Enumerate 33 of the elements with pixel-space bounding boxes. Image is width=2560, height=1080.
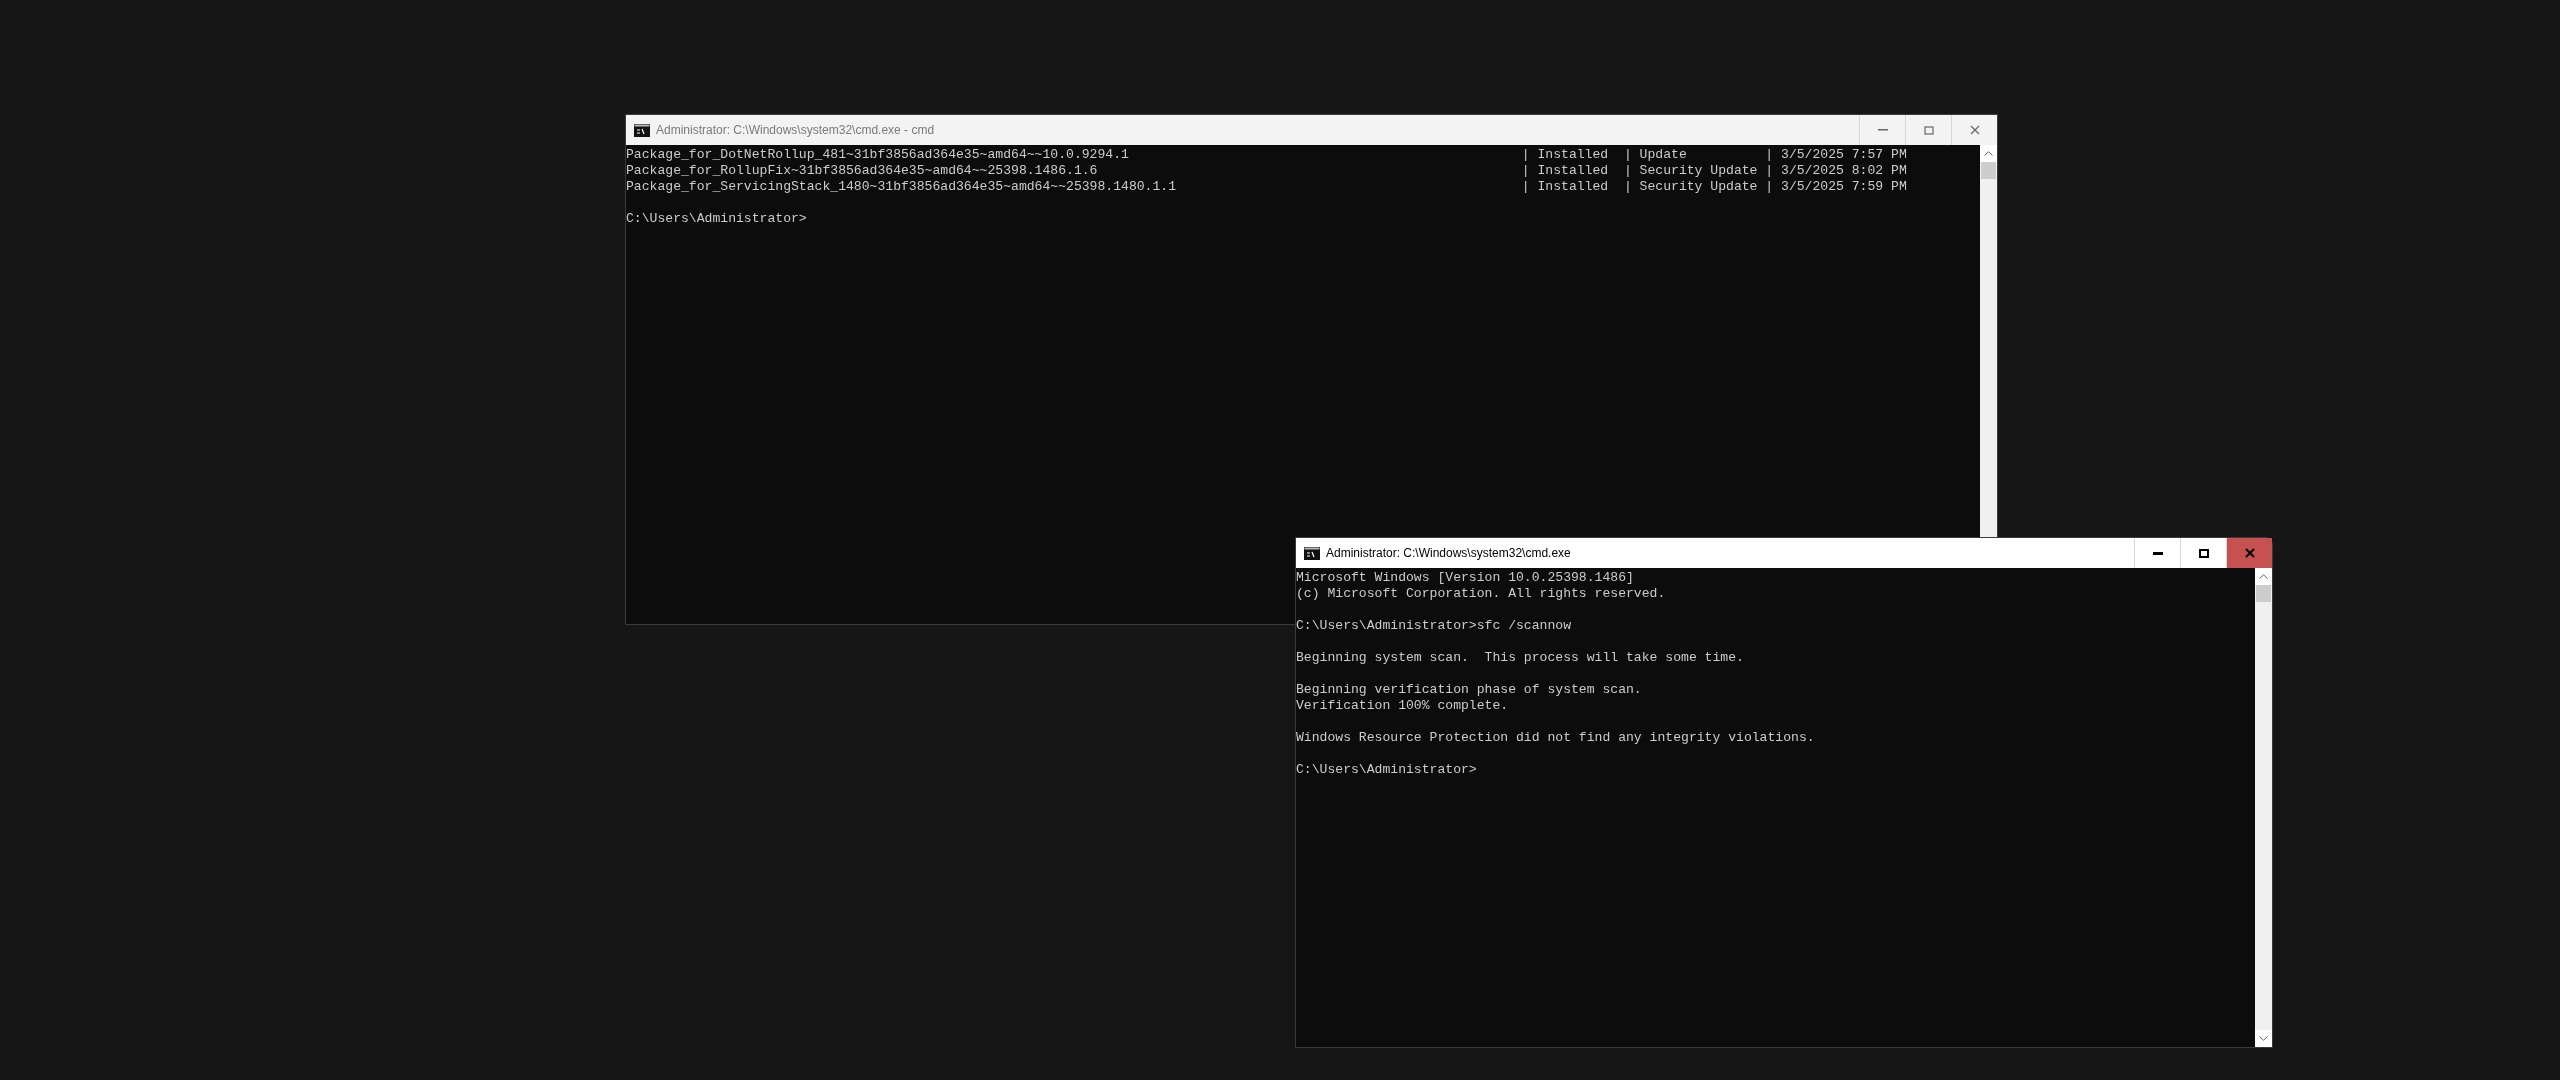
maximize-icon (1923, 125, 1934, 135)
scroll-up-icon (1984, 151, 1993, 156)
close-icon (2244, 548, 2255, 558)
package-name: Package_for_DotNetRollup_481~31bf3856ad364e35~amd64~~10.0.9294.1 (626, 147, 1130, 163)
console-line: C:\Users\Administrator> (1296, 762, 1478, 778)
package-name: Package_for_ServicingStack_1480~31bf3856ad364e35~amd64~~25398.1480.1.1 (626, 179, 1178, 195)
console-line: Microsoft Windows [Version 10.0.25398.1486] (1296, 570, 1635, 586)
maximize-icon (2198, 548, 2209, 558)
console-line: Windows Resource Protection did not find any integrity violations. (1296, 730, 1816, 746)
scroll-up-icon (2259, 574, 2268, 579)
minimize-icon (1877, 128, 1888, 132)
console-line: Verification 100% complete. (1296, 698, 1510, 714)
scroll-down-icon (2259, 1036, 2268, 1041)
console-app-icon (634, 123, 650, 137)
console-line: Beginning verification phase of system scan. (1296, 682, 1643, 698)
scrollbar[interactable] (1980, 145, 1997, 537)
scrollbar-thumb[interactable] (1981, 162, 1996, 179)
console-line: Beginning system scan. This process will take some time. (1296, 650, 1745, 666)
package-name: Package_for_RollupFix~31bf3856ad364e35~amd64~~25398.1486.1.6 (626, 163, 1099, 179)
window-title: Administrator: C:\Windows\system32\cmd.exe - cmd (656, 122, 935, 139)
scrollbar-thumb[interactable] (2256, 585, 2271, 602)
console-line: C:\Users\Administrator> (626, 211, 808, 227)
package-details: | Installed | Security Update | 3/5/2025 7:59 PM (1521, 179, 1907, 194)
console-line: (c) Microsoft Corporation. All rights reserved. (1296, 586, 1667, 602)
close-icon (1969, 125, 1980, 135)
package-details: | Installed | Security Update | 3/5/2025 8:02 PM (1521, 163, 1907, 178)
console-line: C:\Users\Administrator>sfc /scannow (1296, 618, 1572, 634)
package-details: | Installed | Update | 3/5/2025 7:57 PM (1521, 147, 1907, 162)
close-button[interactable] (2226, 538, 2272, 568)
console-app-icon (1304, 546, 1320, 560)
minimize-icon (2152, 551, 2163, 555)
scrollbar[interactable] (2255, 568, 2272, 1047)
window-title: Administrator: C:\Windows\system32\cmd.exe (1326, 545, 1571, 562)
